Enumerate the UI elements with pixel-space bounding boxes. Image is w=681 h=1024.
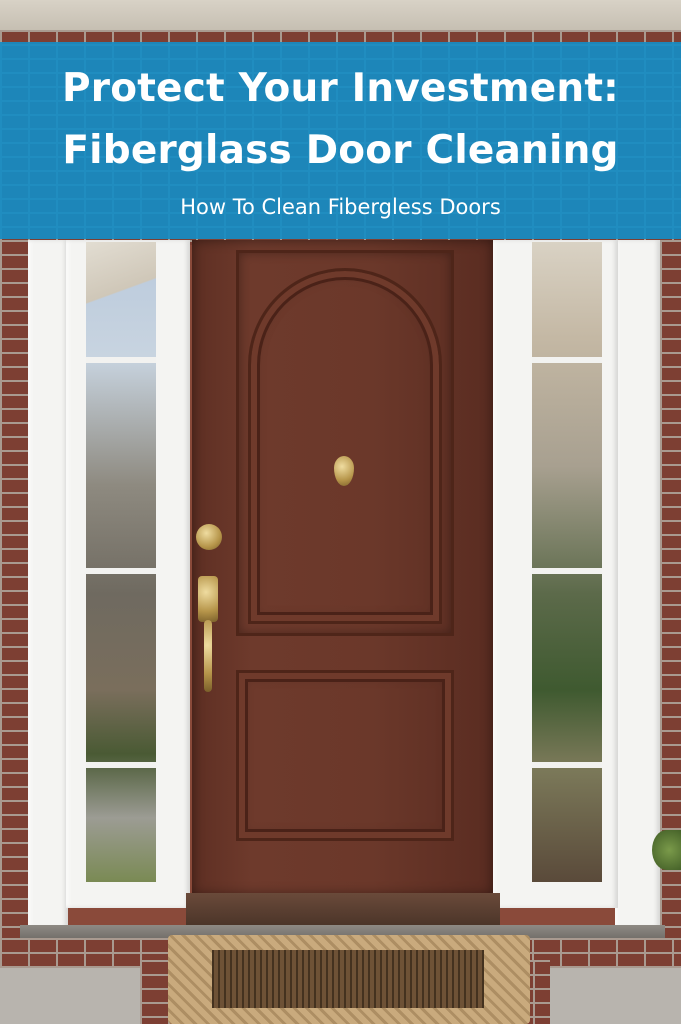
door-handle-grip-icon	[204, 620, 212, 692]
door-mat-pattern	[212, 950, 484, 1008]
door-arched-panel	[248, 268, 442, 624]
right-sidelight-mullion-1	[532, 357, 602, 363]
brick-wall-left	[0, 240, 30, 940]
banner-title-line-2: Fiberglass Door Cleaning	[62, 128, 619, 173]
deadbolt-lock-icon[interactable]	[196, 524, 222, 550]
left-porch-roof-reflection	[86, 242, 156, 352]
title-banner: Protect Your Investment: Fiberglass Door…	[0, 42, 681, 239]
left-sidelight-mullion-1	[86, 357, 156, 363]
right-sidelight-mullion-2	[532, 568, 602, 574]
front-door[interactable]	[192, 240, 493, 895]
door-lower-panel	[236, 670, 454, 841]
left-sidelight-mullion-2	[86, 568, 156, 574]
banner-title-line-1: Protect Your Investment:	[62, 66, 619, 111]
outer-trim-right	[615, 240, 660, 928]
outer-trim-left	[28, 240, 68, 928]
left-sidelight-mullion-3	[86, 762, 156, 768]
door-threshold	[186, 893, 500, 927]
porch-ceiling	[0, 0, 681, 30]
banner-subtitle: How To Clean Fibergless Doors	[180, 195, 501, 219]
plant-leaves	[652, 830, 681, 870]
right-sidelight-mullion-3	[532, 762, 602, 768]
right-sidelight-glass	[532, 242, 602, 882]
door-handle-icon[interactable]	[198, 576, 218, 622]
